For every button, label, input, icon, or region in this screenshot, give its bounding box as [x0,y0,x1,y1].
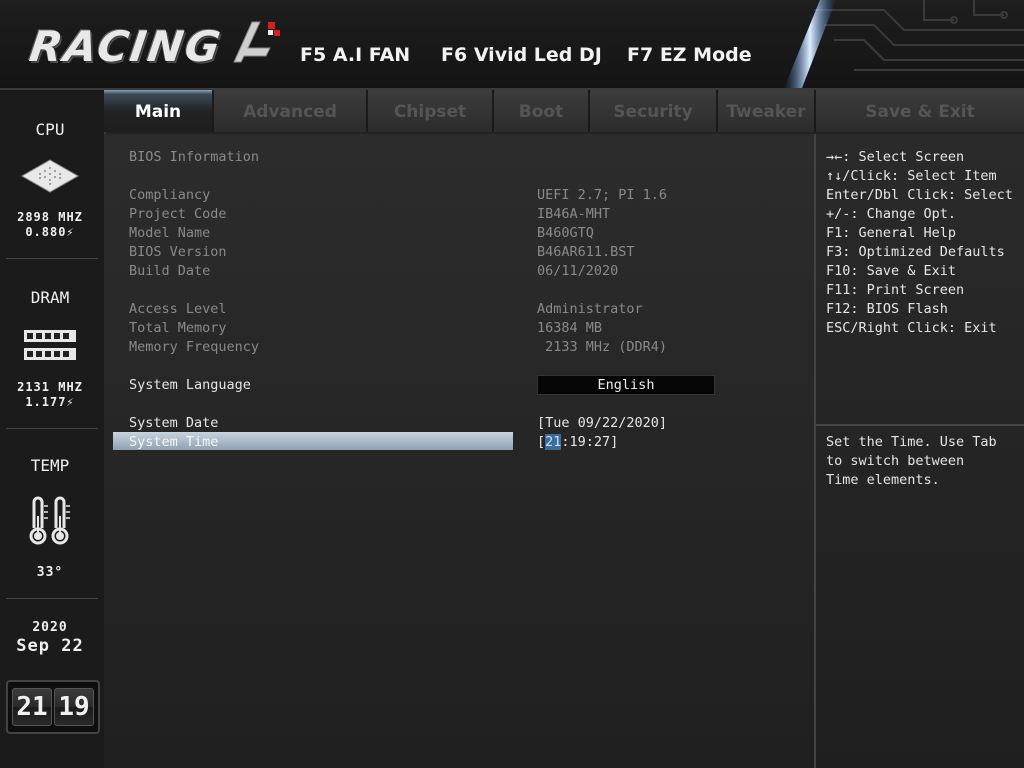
sidebar-divider [6,428,98,429]
sidebar-divider [6,598,98,599]
tab-advanced[interactable]: Advanced [214,90,368,132]
time-open-bracket: [ [537,434,546,450]
temperature-value: 33° [36,565,64,580]
access-level-value: Administrator [537,301,643,317]
dram-title: DRAM [30,288,70,307]
memory-frequency-label: Memory Frequency [129,339,260,355]
project-code-label: Project Code [129,206,227,222]
help-key-line: →←: Select Screen [826,149,965,165]
help-divider [816,424,1024,426]
main-settings-panel: BIOS Information Compliancy UEFI 2.7; PI… [104,134,814,768]
dram-module-icon [24,330,76,360]
help-key-line: +/-: Change Opt. [826,206,957,222]
build-date-label: Build Date [129,263,211,279]
help-key-line: F1: General Help [826,225,957,241]
clock-hours: 21 [12,688,52,726]
bios-version-label: BIOS Version [129,244,227,260]
tab-save-exit[interactable]: Save & Exit [816,90,1024,132]
date-month-day: Sep 22 [16,636,84,656]
header-bar: RACING F5 A.I FAN F6 Vivid Led DJ F7 EZ … [0,0,1024,90]
dram-voltage: 1.177⚡ [25,395,75,409]
tab-main[interactable]: Main [104,90,214,132]
model-name-label: Model Name [129,225,211,241]
help-key-line: F12: BIOS Flash [826,301,948,317]
racing-logo: RACING [26,22,226,71]
model-name-value: B460GTQ [537,225,594,241]
tab-boot[interactable]: Boot [494,90,590,132]
help-description-line: to switch between [826,453,965,469]
tab-security[interactable]: Security [590,90,718,132]
system-date-field[interactable]: [Tue 09/22/2020] [537,415,667,431]
clock-minutes: 19 [54,688,94,726]
tab-chipset[interactable]: Chipset [368,90,494,132]
system-date-label[interactable]: System Date [129,415,218,431]
access-level-label: Access Level [129,301,227,317]
cpu-chip-icon [20,159,80,193]
help-key-line: F3: Optimized Defaults [826,244,1005,260]
racing-logo-mark-icon [233,21,280,63]
sidebar-divider [6,258,98,259]
time-hour-cursor[interactable]: 21 [545,434,562,450]
system-time-field[interactable]: [21:19:27] [537,434,618,450]
temp-title: TEMP [30,456,70,475]
thermometer-icon [29,496,70,545]
date-year: 2020 [32,620,68,635]
cpu-voltage: 0.880⚡ [25,225,75,239]
memory-frequency-value: 2133 MHz (DDR4) [537,339,668,355]
circuit-decoration [784,0,1024,88]
compliancy-value: UEFI 2.7; PI 1.6 [537,187,668,203]
tab-tweaker[interactable]: Tweaker [718,90,816,132]
total-memory-value: 16384 MB [537,320,603,336]
total-memory-label: Total Memory [129,320,227,336]
flip-clock: 21 19 [6,680,100,734]
system-language-select[interactable]: English [537,375,715,395]
help-panel: →←: Select Screen ↑↓/Click: Select Item … [814,134,1024,768]
tab-bar: Main Advanced Chipset Boot Security Twea… [104,90,1024,134]
dram-frequency: 2131 MHZ [17,380,83,394]
f5-ai-fan-button[interactable]: F5 A.I FAN [300,44,410,66]
help-key-line: ↑↓/Click: Select Item [826,168,997,184]
system-language-label[interactable]: System Language [129,377,251,393]
system-time-label[interactable]: System Time [129,434,218,450]
build-date-value: 06/11/2020 [537,263,619,279]
cpu-frequency: 2898 MHZ [17,210,83,224]
section-title: BIOS Information [129,149,260,165]
compliancy-label: Compliancy [129,187,211,203]
help-description-line: Time elements. [826,472,940,488]
bios-version-value: B46AR611.BST [537,244,635,260]
help-key-line: Enter/Dbl Click: Select [826,187,1013,203]
help-key-line: ESC/Right Click: Exit [826,320,997,336]
time-rest: :19:27] [561,434,619,450]
cpu-title: CPU [35,120,65,139]
help-description-line: Set the Time. Use Tab [826,434,997,450]
hardware-monitor-sidebar: CPU 2898 MHZ 0.880⚡ DRAM 2131 MHZ 1.177⚡… [0,90,106,768]
help-key-line: F10: Save & Exit [826,263,957,279]
f7-ez-mode-button[interactable]: F7 EZ Mode [627,44,752,66]
project-code-value: IB46A-MHT [537,206,611,222]
help-key-line: F11: Print Screen [826,282,965,298]
f6-vivid-led-dj-button[interactable]: F6 Vivid Led DJ [441,44,602,66]
